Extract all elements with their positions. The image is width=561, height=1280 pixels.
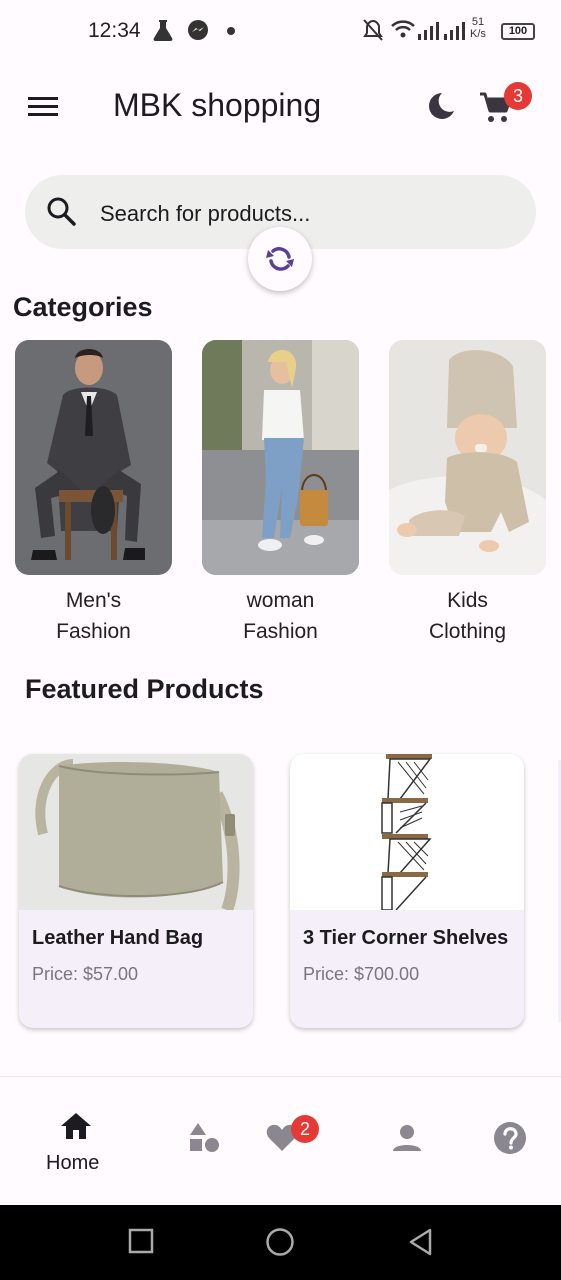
dot-icon: [227, 27, 235, 35]
nav-home-label: Home: [46, 1152, 100, 1174]
system-navigation-bar: [0, 1205, 561, 1280]
featured-products-title: Featured Products: [25, 674, 264, 704]
recents-icon[interactable]: [128, 1228, 154, 1254]
network-speed-value: 51: [471, 16, 485, 28]
product-price: Price: $57.00: [32, 964, 139, 984]
product-card[interactable]: 3 Tier Corner Shelves Price: $700.00: [290, 754, 524, 1028]
baby-in-knit-image: [389, 340, 546, 575]
nav-help[interactable]: [480, 1077, 540, 1206]
category-image-woman: [202, 340, 359, 575]
nav-home[interactable]: Home: [36, 1077, 116, 1206]
bell-off-icon: [363, 19, 383, 41]
category-label-line1: woman: [246, 589, 315, 612]
category-label-line1: Kids: [447, 589, 488, 612]
category-woman-fashion[interactable]: woman Fashion: [202, 340, 359, 647]
product-image-shelves: [290, 754, 524, 910]
category-image-kids: [389, 340, 546, 575]
dark-mode-toggle[interactable]: [420, 86, 460, 126]
flask-icon: [153, 20, 173, 41]
cart-count-badge: 3: [504, 82, 532, 110]
refresh-button[interactable]: [248, 227, 312, 291]
person-icon: [393, 1125, 421, 1151]
messenger-icon: [188, 20, 208, 40]
moon-icon: [429, 93, 454, 119]
wifi-icon: [391, 20, 415, 38]
category-label-line2: Fashion: [56, 620, 131, 643]
category-label: Kids Clothing: [389, 585, 546, 647]
cart-button[interactable]: 3: [474, 82, 532, 128]
status-time: 12:34: [88, 19, 141, 42]
categories-icon: [190, 1123, 219, 1152]
network-speed-unit: K/s: [470, 28, 486, 40]
bottom-navigation: Home 2: [0, 1076, 561, 1205]
product-card[interactable]: Leather Hand Bag Price: $57.00: [19, 754, 253, 1028]
menu-button[interactable]: [20, 86, 66, 126]
category-label-line2: Clothing: [428, 620, 507, 643]
category-label: woman Fashion: [202, 585, 359, 647]
product-name: Leather Hand Bag: [32, 927, 204, 949]
back-icon[interactable]: [408, 1228, 434, 1256]
man-in-suit-image: [15, 340, 172, 575]
category-label-line2: Fashion: [243, 620, 318, 643]
category-label: Men's Fashion: [15, 585, 172, 647]
category-kids-clothing[interactable]: Kids Clothing: [389, 340, 546, 647]
nav-categories[interactable]: [170, 1077, 240, 1206]
leather-handbag-image: [19, 754, 253, 910]
nav-wishlist[interactable]: 2: [250, 1077, 330, 1206]
status-bar: 12:34 51 K/s 100: [0, 0, 561, 62]
app-bar: MBK shopping 3: [0, 62, 561, 148]
product-price: Price: $700.00: [303, 964, 420, 984]
product-name: 3 Tier Corner Shelves: [303, 927, 509, 949]
refresh-icon: [266, 247, 294, 271]
search-icon: [47, 197, 76, 226]
category-image-mens: [15, 340, 172, 575]
app-title: MBK shopping: [113, 87, 322, 123]
battery-indicator: 100: [501, 23, 535, 40]
nav-profile[interactable]: [375, 1077, 445, 1206]
help-icon: [494, 1122, 526, 1154]
category-label-line1: Men's: [65, 589, 122, 612]
search-input[interactable]: Search for products...: [100, 201, 310, 227]
categories-title: Categories: [13, 292, 153, 322]
network-speed: 51 K/s: [470, 16, 486, 40]
corner-shelves-image: [290, 754, 524, 910]
hamburger-menu-icon: [28, 97, 58, 116]
signal-icon: [418, 22, 465, 40]
home-icon: [61, 1113, 91, 1139]
product-image-handbag: [19, 754, 253, 910]
home-circle-icon[interactable]: [265, 1227, 295, 1257]
category-mens-fashion[interactable]: Men's Fashion: [15, 340, 172, 647]
woman-walking-image: [202, 340, 359, 575]
wishlist-count-badge: 2: [291, 1115, 319, 1143]
